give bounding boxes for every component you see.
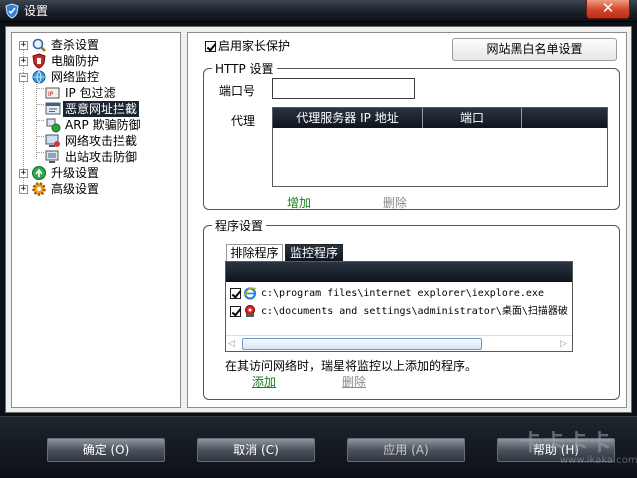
- watermark: 卡卡卡卡 www.ikaka.com: [520, 425, 637, 471]
- scroll-left-icon[interactable]: ◁: [228, 338, 240, 350]
- proxy-delete-link[interactable]: 删除: [383, 194, 407, 211]
- dialog-button-bar: 确定 (O) 取消 (C) 应用 (A) 帮助 (H) 卡卡卡卡 www.ika…: [0, 416, 637, 478]
- site-blacklist-whitelist-button[interactable]: 网站黑白名单设置: [452, 38, 617, 61]
- parental-control-checkbox[interactable]: 启用家长保护: [205, 38, 290, 54]
- tree-item-label: 网络攻击拦截: [65, 134, 138, 148]
- tree-item-label: 查杀设置: [51, 38, 100, 52]
- tree-item-pc-protection[interactable]: + 电脑防护: [12, 53, 180, 69]
- watermark-url: www.ikaka.com: [560, 455, 637, 466]
- program-path: c:\program files\internet explorer\iexpl…: [261, 288, 544, 299]
- scanner-app-icon: [245, 305, 255, 317]
- tree-collapse-toggle[interactable]: −: [19, 73, 28, 82]
- http-settings-legend: HTTP 设置: [215, 62, 274, 76]
- tree-item-advanced-settings[interactable]: + 高级设置: [12, 181, 180, 197]
- scroll-right-icon[interactable]: ▷: [560, 338, 572, 350]
- program-monitor-note: 在其访问网络时，瑞星将监控以上添加的程序。: [225, 359, 478, 373]
- rising-app-icon: [5, 3, 19, 19]
- settings-tree: + 查杀设置 + 电脑防护 − 网络监控 IP IP 包过滤 恶意网址拦截 AR…: [11, 32, 181, 408]
- program-settings-legend: 程序设置: [215, 219, 264, 233]
- list-item[interactable]: c:\documents and settings\administrator\…: [230, 303, 570, 320]
- arp-icon: [46, 118, 61, 133]
- tree-item-scan-settings[interactable]: + 查杀设置: [12, 37, 180, 53]
- title-bar: 设置 ✕: [0, 0, 637, 22]
- list-item[interactable]: c:\program files\internet explorer\iexpl…: [230, 285, 570, 302]
- proxy-add-link[interactable]: 增加: [287, 194, 311, 211]
- check-icon[interactable]: [230, 305, 241, 317]
- program-path: c:\documents and settings\administrator\…: [261, 306, 568, 317]
- tab-excluded-programs[interactable]: 排除程序: [226, 244, 283, 261]
- outbound-icon: [45, 150, 59, 163]
- ip-filter-icon: IP: [45, 87, 60, 99]
- tree-expand-toggle[interactable]: +: [19, 41, 28, 50]
- attack-block-icon: [45, 134, 60, 147]
- proxy-list[interactable]: 代理服务器 IP 地址 端口: [272, 107, 608, 187]
- port-label: 端口号: [219, 84, 256, 98]
- watermark-text: 卡卡卡卡: [520, 431, 613, 456]
- settings-panel: 启用家长保护 网站黑白名单设置 HTTP 设置 端口号 代理 代理服务器 IP …: [187, 32, 627, 408]
- tree-item-network-monitor[interactable]: − 网络监控: [12, 69, 180, 85]
- tree-item-label: 电脑防护: [51, 54, 100, 68]
- svg-text:IP: IP: [48, 91, 54, 98]
- settings-dialog: + 查杀设置 + 电脑防护 − 网络监控 IP IP 包过滤 恶意网址拦截 AR…: [5, 26, 632, 413]
- ie-icon: [243, 287, 257, 300]
- column-header-proxy-ip[interactable]: 代理服务器 IP 地址: [273, 108, 423, 128]
- tab-monitored-programs[interactable]: 监控程序: [285, 244, 343, 261]
- proxy-list-header: 代理服务器 IP 地址 端口: [273, 108, 607, 128]
- scan-icon: [32, 38, 46, 52]
- tree-item-label: IP 包过滤: [65, 86, 116, 100]
- cancel-button[interactable]: 取消 (C): [197, 438, 315, 462]
- tree-item-label: 高级设置: [51, 182, 100, 196]
- close-button[interactable]: ✕: [586, 0, 630, 19]
- tree-item-upgrade-settings[interactable]: + 升级设置: [12, 165, 180, 181]
- network-globe-icon: [32, 70, 46, 84]
- horizontal-scrollbar[interactable]: ◁ ▷: [226, 335, 572, 351]
- tree-item-label: 升级设置: [51, 166, 100, 180]
- tree-item-label: 出站攻击防御: [65, 150, 138, 164]
- column-header-port[interactable]: 端口: [423, 108, 522, 128]
- tree-item-label: ARP 欺骗防御: [65, 118, 141, 132]
- monitored-program-list[interactable]: c:\program files\internet explorer\iexpl…: [225, 261, 573, 352]
- check-icon[interactable]: [230, 287, 241, 299]
- url-block-icon: [45, 102, 61, 115]
- apply-button[interactable]: 应用 (A): [347, 438, 465, 462]
- tree-item-arp-defense[interactable]: ARP 欺骗防御: [12, 117, 180, 133]
- advanced-gear-icon: [32, 182, 46, 196]
- shield-icon: [32, 53, 46, 69]
- tree-item-label: 恶意网址拦截: [63, 101, 140, 117]
- parental-control-label: 启用家长保护: [218, 39, 291, 53]
- program-list-header: [226, 262, 572, 282]
- tree-item-label: 网络监控: [51, 70, 100, 84]
- upgrade-icon: [32, 166, 46, 180]
- proxy-label: 代理: [231, 114, 256, 128]
- tree-item-network-attack-block[interactable]: 网络攻击拦截: [12, 133, 180, 149]
- program-delete-link[interactable]: 删除: [342, 373, 366, 390]
- tree-item-outbound-defense[interactable]: 出站攻击防御: [12, 149, 180, 165]
- tree-expand-toggle[interactable]: +: [19, 57, 28, 66]
- scrollbar-thumb[interactable]: [242, 338, 482, 350]
- close-icon: ✕: [601, 0, 615, 17]
- tree-expand-toggle[interactable]: +: [19, 185, 28, 194]
- tree-expand-toggle[interactable]: +: [19, 169, 28, 178]
- tree-item-malicious-url-block[interactable]: 恶意网址拦截: [12, 101, 180, 117]
- tree-item-ip-filter[interactable]: IP IP 包过滤: [12, 85, 180, 101]
- port-input[interactable]: [272, 78, 415, 99]
- program-add-link[interactable]: 添加: [252, 373, 276, 390]
- ok-button[interactable]: 确定 (O): [47, 438, 165, 462]
- check-icon[interactable]: [205, 41, 216, 52]
- window-title: 设置: [24, 4, 49, 18]
